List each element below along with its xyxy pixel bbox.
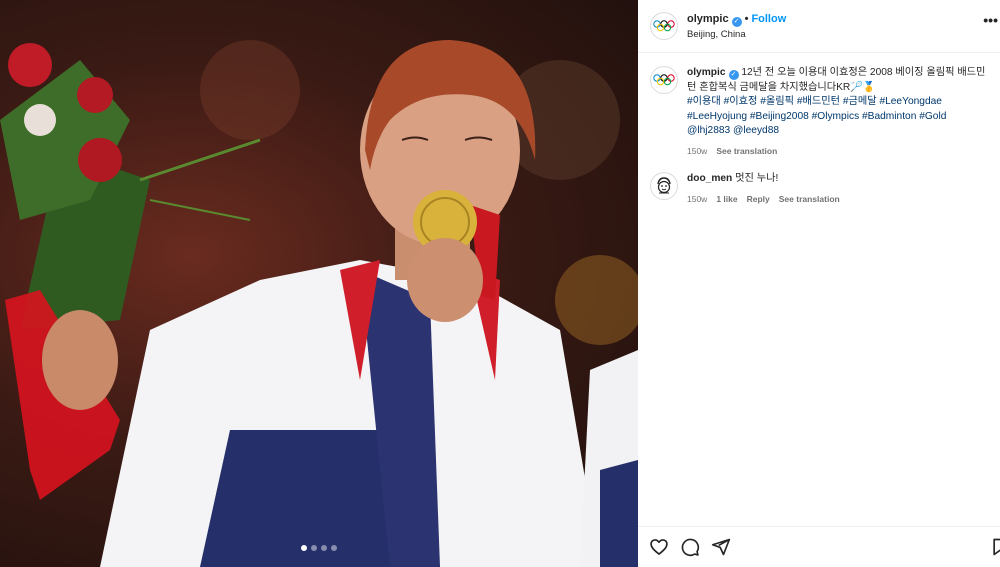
comment-icon[interactable] xyxy=(680,537,700,557)
header-username[interactable]: olympic xyxy=(687,13,729,25)
see-translation-link[interactable]: See translation xyxy=(716,146,777,156)
post-header: olympic ✓ • Follow Beijing, China ••• xyxy=(638,0,1000,53)
caption-hashtags[interactable]: #이용대 #이효정 #올림픽 #배드민턴 #금메달 #LeeYongdae #L… xyxy=(687,96,946,136)
carousel-dot[interactable] xyxy=(311,545,317,551)
post-side-panel: olympic ✓ • Follow Beijing, China ••• olymp… xyxy=(638,0,1000,567)
follow-button[interactable]: Follow xyxy=(751,13,786,25)
caption-username[interactable]: olympic xyxy=(687,67,726,78)
reply-button[interactable]: Reply xyxy=(747,194,770,204)
comment-meta: 150w 1 like Reply See translation xyxy=(687,192,987,207)
bookmark-icon[interactable] xyxy=(990,537,1000,557)
verified-badge-icon: ✓ xyxy=(728,70,739,80)
carousel-dots xyxy=(0,545,638,551)
separator-dot: • xyxy=(744,13,749,25)
verified-badge-icon: ✓ xyxy=(731,17,742,27)
comment-time[interactable]: 150w xyxy=(687,194,707,204)
comment-body: doo_men 멋진 누나! 150w 1 like Reply See transl… xyxy=(687,172,987,206)
doo-men-avatar[interactable] xyxy=(650,172,678,200)
caption-emoji: KR🏸🥇 xyxy=(836,81,876,93)
more-options-icon[interactable]: ••• xyxy=(983,12,998,28)
location-link[interactable]: Beijing, China xyxy=(687,29,746,40)
olympic-avatar[interactable] xyxy=(650,66,678,94)
comment-likes[interactable]: 1 like xyxy=(716,194,737,204)
post-image[interactable] xyxy=(0,0,638,567)
caption-time[interactable]: 150w xyxy=(687,146,707,156)
comment-username[interactable]: doo_men xyxy=(687,173,732,184)
carousel-dot[interactable] xyxy=(301,545,307,551)
see-translation-link[interactable]: See translation xyxy=(779,194,840,204)
caption-body: olympic ✓ 12년 전 오늘 이용대 이효정은 2008 베이징 올림픽 … xyxy=(687,66,987,158)
post-actions-bar xyxy=(638,526,1000,567)
olympic-avatar[interactable] xyxy=(650,12,678,40)
medal-photo-illustration xyxy=(0,40,638,567)
carousel-dot[interactable] xyxy=(321,545,327,551)
header-user-line: olympic ✓ • Follow xyxy=(687,13,786,27)
caption-meta: 150w See translation xyxy=(687,144,987,159)
cartoon-face-icon xyxy=(657,177,671,194)
olympic-rings-icon xyxy=(653,20,675,32)
comment-text: 멋진 누나! xyxy=(735,173,779,184)
share-icon[interactable] xyxy=(711,537,731,557)
heart-icon[interactable] xyxy=(649,537,669,557)
olympic-rings-icon xyxy=(653,74,675,86)
carousel-dot[interactable] xyxy=(331,545,337,551)
